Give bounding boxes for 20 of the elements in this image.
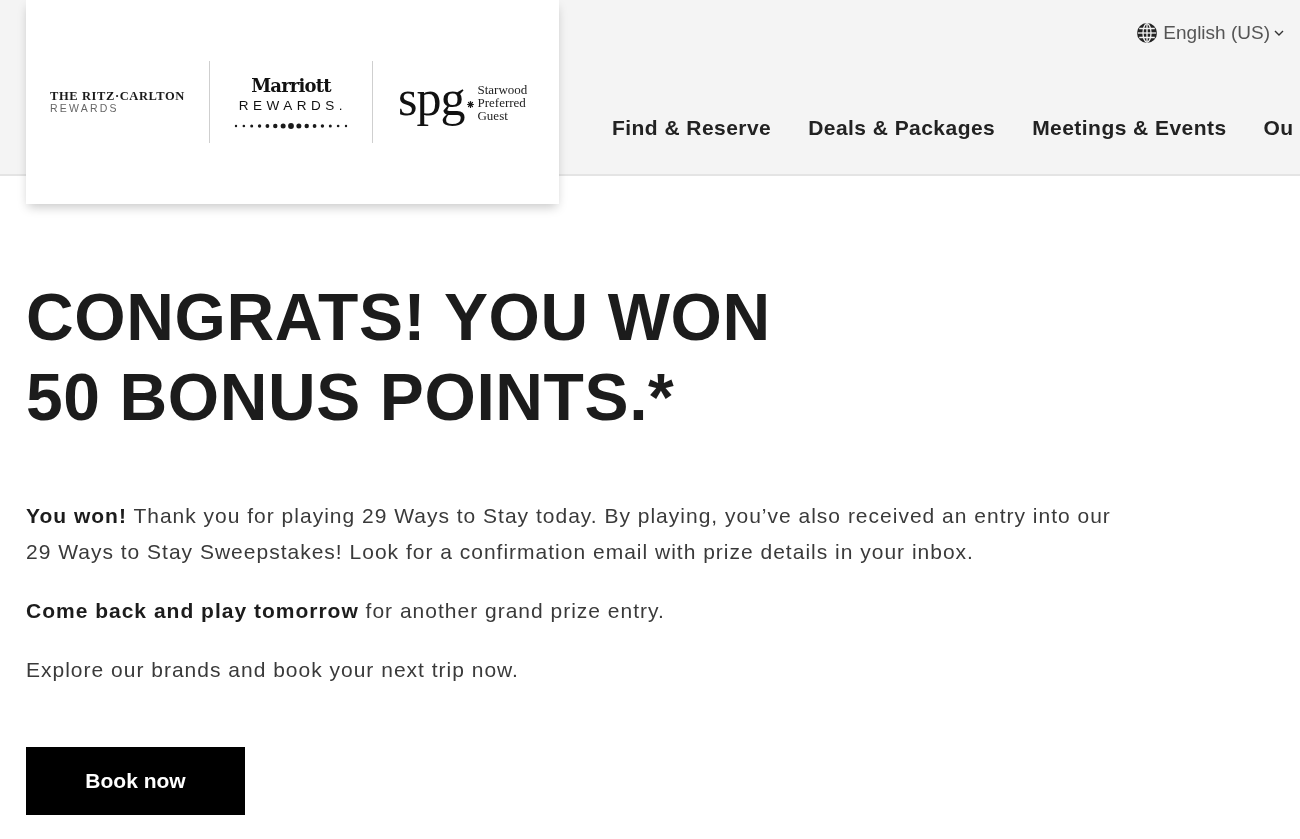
nav-link[interactable]: Deals & Packages <box>808 115 996 141</box>
dots-icon <box>233 123 349 129</box>
logo-subtitle: REWARDS <box>50 102 119 114</box>
globe-icon <box>1137 23 1158 43</box>
logo-title: THE RITZ·CARLTON <box>50 90 185 102</box>
body-text: Explore our brands and book your next trip now. <box>26 657 520 683</box>
asterisk-icon <box>467 100 475 108</box>
book-now-button[interactable]: Book now <box>26 747 245 815</box>
logo-subtitle: REWARDS. <box>238 97 348 115</box>
chevron-down-icon <box>1274 30 1284 36</box>
page-heading: CONGRATS! YOU WON 50 BONUS POINTS.* <box>26 279 772 436</box>
language-selector[interactable]: English (US) <box>1137 22 1284 44</box>
nav-link[interactable]: Ou <box>1263 115 1294 141</box>
body-text: Come back and play tomorrow for another grand prize entry. <box>26 598 666 624</box>
logo-caption: Starwood Preferred Guest <box>477 82 528 122</box>
logo-monogram: spg <box>398 76 465 128</box>
nav-link[interactable]: Meetings & Events <box>1032 115 1227 141</box>
nav-link[interactable]: Find & Reserve <box>612 115 772 141</box>
body-text: You won! Thank you for playing 29 Ways to Stay today. By playing, you’ve also received an entry into our 29 Ways to Stay Sweepstakes! Look for a confirmation email with prize details in your inbox. <box>26 503 1112 565</box>
logo-title: Marriott <box>251 75 331 97</box>
